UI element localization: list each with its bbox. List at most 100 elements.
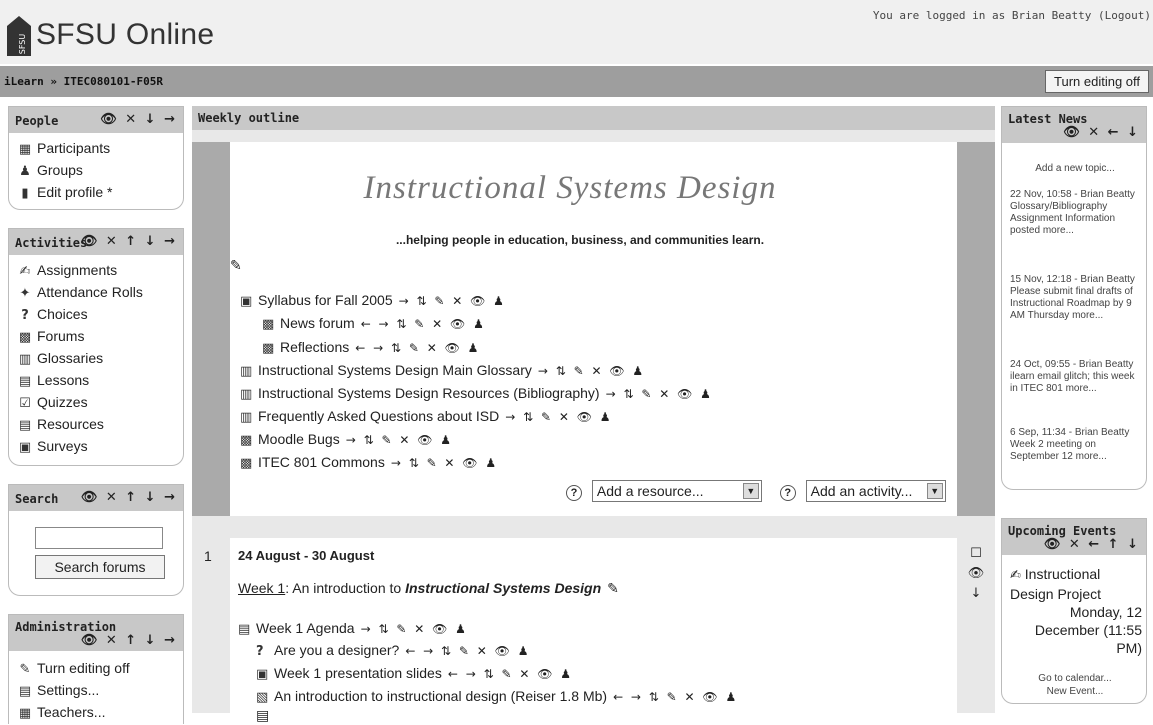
section-top-band xyxy=(192,130,995,142)
section0-item[interactable]: ▥ Instructional Systems Design Resources … xyxy=(240,385,713,402)
activity-resources[interactable]: ▤ Resources xyxy=(17,413,183,435)
activity-lessons[interactable]: ▤ Lessons xyxy=(17,369,183,391)
breadcrumb-home[interactable]: iLearn xyxy=(4,75,44,88)
week-item[interactable]: ▧ An introduction to instructional design… xyxy=(256,688,738,705)
item-controls[interactable]: → ⇅ ✎ ✕ 👁 ♟ xyxy=(606,387,713,401)
more-link[interactable]: more... xyxy=(1072,310,1103,321)
item-controls[interactable]: ← → ⇅ ✎ ✕ 👁 ♟ xyxy=(448,667,573,681)
highlight-checkbox-icon[interactable]: ☐ xyxy=(967,544,985,564)
activities-block-header: Activities 👁 ✕ ↑ ↓ → xyxy=(9,229,183,255)
admin-block-header: Administration 👁 ✕ ↑ ↓ → xyxy=(9,615,183,651)
weekly-outline-title: Weekly outline xyxy=(198,111,300,125)
item-controls[interactable]: → ⇅ ✎ ✕ 👁 ♟ xyxy=(361,622,468,636)
help-icon[interactable]: ? xyxy=(566,485,582,501)
section0-item[interactable]: ▩ Reflections ← → ⇅ ✎ ✕ 👁 ♟ xyxy=(262,339,480,356)
section0-item[interactable]: ▥ Instructional Systems Design Main Gloss… xyxy=(240,362,645,379)
new-event-link[interactable]: New Event... xyxy=(1002,686,1148,697)
search-forums-button[interactable]: Search forums xyxy=(35,555,165,579)
assignment-icon: ✍ xyxy=(19,264,31,279)
section-right-gutter xyxy=(957,142,995,516)
item-controls[interactable]: → ⇅ ✎ ✕ 👁 ♟ xyxy=(346,433,453,447)
people-item-edit-profile[interactable]: ▮ Edit profile * xyxy=(17,181,183,203)
event-name[interactable]: Instructional Design Project xyxy=(1010,566,1101,602)
week-item[interactable]: ▣ Week 1 presentation slides ← → ⇅ ✎ ✕ 👁 ♟ xyxy=(256,665,573,682)
admin-item-teachers[interactable]: ▦ Teachers... xyxy=(17,701,183,723)
item-controls[interactable]: → ⇅ ✎ ✕ 👁 ♟ xyxy=(505,410,612,424)
banner-title: Instructional Systems Design xyxy=(363,170,777,206)
item-controls[interactable]: ← → ⇅ ✎ ✕ 👁 ♟ xyxy=(355,341,480,355)
go-to-calendar-link[interactable]: Go to calendar... xyxy=(1002,673,1148,684)
glossary-icon: ▥ xyxy=(240,387,253,402)
section0-item[interactable]: ▩ News forum ← → ⇅ ✎ ✕ 👁 ♟ xyxy=(262,315,486,332)
section0-item[interactable]: ▣ Syllabus for Fall 2005 → ⇅ ✎ ✕ 👁 ♟ xyxy=(240,292,506,309)
logout-link[interactable]: (Logout) xyxy=(1098,9,1151,22)
breadcrumb-separator: » xyxy=(50,75,57,88)
section0-item[interactable]: ▩ Moodle Bugs → ⇅ ✎ ✕ 👁 ♟ xyxy=(240,431,453,448)
section-left-gutter xyxy=(192,142,230,516)
help-icon[interactable]: ? xyxy=(779,485,796,501)
add-resource-select[interactable]: Add a resource... ▼ xyxy=(591,480,762,502)
more-link[interactable]: more... xyxy=(1076,451,1107,462)
glossary-icon: ▥ xyxy=(240,410,253,425)
week-number: 1 xyxy=(204,548,212,564)
admin-item-turn-editing-off[interactable]: ✎ Turn editing off xyxy=(17,657,183,679)
event-item[interactable]: ✍ Instructional Design Project xyxy=(1010,565,1142,603)
teachers-icon: ▦ xyxy=(18,706,32,721)
week-item[interactable]: ? Are you a designer? ← → ⇅ ✎ ✕ 👁 ♟ xyxy=(256,642,530,659)
forum-icon: ▩ xyxy=(262,341,275,356)
administration-block: Administration 👁 ✕ ↑ ↓ → ✎ Turn editing o… xyxy=(8,614,184,724)
groups-icon: ♟ xyxy=(19,164,31,179)
block-controls[interactable]: 👁 ✕ ↓ → xyxy=(100,112,177,127)
admin-item-settings[interactable]: ▤ Settings... xyxy=(17,679,183,701)
more-link[interactable]: more... xyxy=(1043,225,1074,236)
block-controls[interactable]: 👁 ✕ ← ↓ xyxy=(1063,125,1140,140)
news-item: 15 Nov, 12:18 - Brian Beatty Please subm… xyxy=(1010,274,1135,321)
more-link[interactable]: more... xyxy=(1066,383,1097,394)
activity-forums[interactable]: ▩ Forums xyxy=(17,325,183,347)
item-controls[interactable]: → ⇅ ✎ ✕ 👁 ♟ xyxy=(538,364,645,378)
summary-edit-icon[interactable]: ✎ xyxy=(230,258,242,274)
activity-glossaries[interactable]: ▥ Glossaries xyxy=(17,347,183,369)
add-activity-select[interactable]: Add an activity... ▼ xyxy=(805,480,946,502)
section0-item[interactable]: ▥ Frequently Asked Questions about ISD → ⇅… xyxy=(240,408,613,425)
edit-icon[interactable]: ✎ xyxy=(607,581,619,597)
slides-icon: ▣ xyxy=(256,667,269,682)
block-controls[interactable]: 👁 ✕ ↑ ↓ → xyxy=(81,490,177,505)
partial-item-icon: ▤ xyxy=(256,708,270,724)
block-controls[interactable]: 👁 ✕ ↑ ↓ → xyxy=(81,633,177,648)
turn-editing-off-button[interactable]: Turn editing off xyxy=(1045,70,1149,93)
chevron-down-icon: ▼ xyxy=(742,483,759,499)
choice-icon: ? xyxy=(21,308,29,323)
activity-choices[interactable]: ? Choices xyxy=(17,303,183,325)
arrow-down-icon[interactable]: ↓ xyxy=(967,584,985,604)
site-header: SFSU SFSU Online You are logged in as Br… xyxy=(0,0,1153,64)
block-controls[interactable]: 👁 ✕ ↑ ↓ → xyxy=(81,234,177,249)
sfsu-logo-icon[interactable]: SFSU xyxy=(5,14,33,56)
week-item[interactable]: ▤ Week 1 Agenda → ⇅ ✎ ✕ 👁 ♟ xyxy=(238,620,468,637)
week-link[interactable]: Week 1 xyxy=(238,580,285,596)
eye-icon[interactable]: 👁 xyxy=(967,564,985,584)
add-topic-link[interactable]: Add a new topic... xyxy=(1002,163,1148,174)
forum-icon: ▩ xyxy=(18,330,32,345)
block-title: Latest News xyxy=(1008,112,1088,126)
activity-quizzes[interactable]: ☑ Quizzes xyxy=(17,391,183,413)
item-controls[interactable]: ← → ⇅ ✎ ✕ 👁 ♟ xyxy=(405,644,530,658)
block-title: People xyxy=(15,114,59,128)
item-controls[interactable]: → ⇅ ✎ ✕ 👁 ♟ xyxy=(399,294,506,308)
people-item-groups[interactable]: ♟ Groups xyxy=(17,159,183,181)
site-name[interactable]: SFSU Online xyxy=(36,18,214,52)
section0-item[interactable]: ▩ ITEC 801 Commons → ⇅ ✎ ✕ 👁 ♟ xyxy=(240,454,498,471)
activity-attendance[interactable]: ✦ Attendance Rolls xyxy=(17,281,183,303)
search-input[interactable] xyxy=(35,527,163,549)
people-item-participants[interactable]: ▦ Participants xyxy=(17,137,183,159)
glossary-icon: ▥ xyxy=(18,352,32,367)
week-controls: ☐ 👁 ↓ xyxy=(967,544,985,604)
activity-assignments[interactable]: ✍ Assignments xyxy=(17,259,183,281)
block-controls[interactable]: 👁 ✕ ← ↑ ↓ xyxy=(1044,537,1140,552)
choice-icon: ? xyxy=(256,644,264,659)
people-block: People 👁 ✕ ↓ → ▦ Participants ♟ Groups ▮ Ed… xyxy=(8,106,184,210)
item-controls[interactable]: → ⇅ ✎ ✕ 👁 ♟ xyxy=(391,456,498,470)
activity-surveys[interactable]: ▣ Surveys xyxy=(17,435,183,457)
item-controls[interactable]: ← → ⇅ ✎ ✕ 👁 ♟ xyxy=(613,690,738,704)
item-controls[interactable]: ← → ⇅ ✎ ✕ 👁 ♟ xyxy=(361,317,486,331)
